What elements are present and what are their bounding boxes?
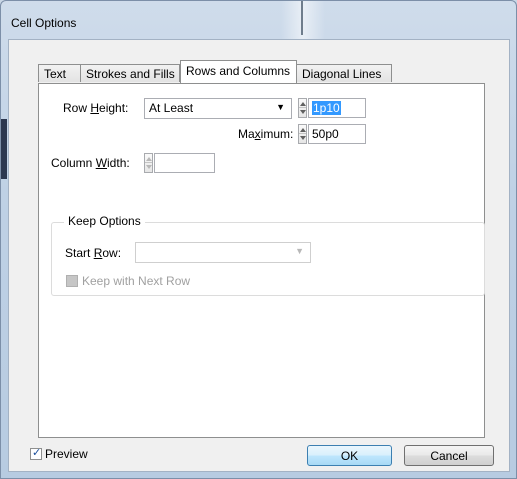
stepper-up-icon bbox=[300, 102, 306, 106]
tab-text[interactable]: Text bbox=[38, 64, 81, 82]
maximum-value: 50p0 bbox=[312, 127, 339, 141]
preview-checkbox[interactable] bbox=[30, 446, 42, 460]
tab-strokes-and-fills[interactable]: Strokes and Fills bbox=[80, 64, 180, 82]
keep-with-next-row-checkbox[interactable] bbox=[66, 275, 78, 287]
title-bar-glare bbox=[281, 1, 325, 39]
maximum-input[interactable]: 50p0 bbox=[308, 124, 366, 144]
row-height-label: Row Height: bbox=[63, 101, 129, 115]
maximum-stepper[interactable] bbox=[298, 124, 307, 144]
keep-with-next-row-label: Keep with Next Row bbox=[82, 274, 191, 288]
rows-and-columns-panel: Row Height: At Least ▼ 1p10 Maximum: 50p… bbox=[38, 83, 485, 438]
dropdown-arrow-icon: ▼ bbox=[276, 102, 285, 112]
maximum-label: Maximum: bbox=[238, 127, 294, 141]
window-title: Cell Options bbox=[11, 16, 77, 30]
tab-diagonal-lines[interactable]: Diagonal Lines bbox=[296, 64, 392, 82]
cell-options-dialog: Cell Options Text Strokes and Fills Rows… bbox=[0, 0, 517, 479]
stepper-down-icon bbox=[300, 136, 306, 140]
stepper-down-icon bbox=[146, 165, 152, 169]
row-height-input[interactable]: 1p10 bbox=[308, 98, 366, 118]
column-width-label: Column Width: bbox=[51, 156, 130, 170]
stepper-up-icon bbox=[300, 128, 306, 132]
keep-options-legend: Keep Options bbox=[64, 214, 145, 228]
row-height-mode-dropdown[interactable]: At Least ▼ bbox=[144, 98, 292, 119]
row-height-value: 1p10 bbox=[312, 101, 341, 115]
ok-button[interactable]: OK bbox=[307, 445, 392, 466]
tab-rows-and-columns[interactable]: Rows and Columns bbox=[180, 60, 297, 83]
column-width-stepper[interactable] bbox=[144, 153, 153, 173]
row-height-stepper[interactable] bbox=[298, 98, 307, 118]
preview-label: Preview bbox=[45, 447, 88, 461]
dropdown-arrow-icon: ▼ bbox=[295, 246, 304, 256]
dialog-client-area: Text Strokes and Fills Rows and Columns … bbox=[8, 39, 510, 472]
column-width-input[interactable] bbox=[154, 153, 215, 173]
background-window-edge bbox=[1, 119, 7, 179]
row-height-mode-value: At Least bbox=[149, 101, 194, 115]
start-row-dropdown[interactable]: ▼ bbox=[135, 242, 311, 263]
stepper-up-icon bbox=[146, 157, 152, 161]
cancel-button[interactable]: Cancel bbox=[404, 445, 494, 466]
start-row-label: Start Row: bbox=[65, 246, 122, 260]
stepper-down-icon bbox=[300, 110, 306, 114]
